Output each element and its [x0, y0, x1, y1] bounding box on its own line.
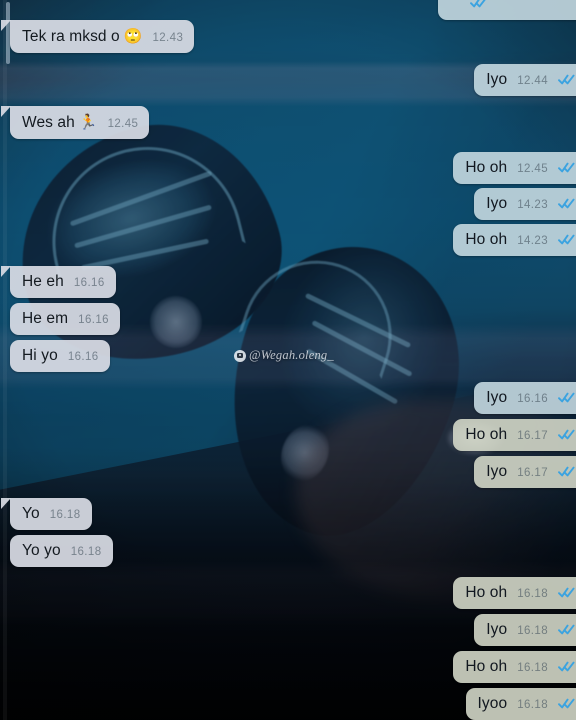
message-row: Iyo 16.16 — [10, 382, 576, 415]
read-receipt-double-check-icon — [558, 74, 575, 85]
message-row: Iyo 12.44 — [10, 64, 576, 97]
message-timestamp: 16.18 — [517, 588, 548, 600]
watermark: @Wegah.oleng_ — [234, 348, 334, 363]
screenshot-root: Tek ra mksd o 🙄 12.43 Iyo 12.44 Wes ah 🏃 12.45 H… — [0, 0, 576, 720]
outgoing-message-bubble[interactable]: Iyo 16.16 — [474, 382, 576, 415]
message-text: Ho oh — [465, 426, 508, 443]
message-row: Iyo 16.18 — [10, 614, 576, 647]
read-receipt-double-check-icon — [558, 198, 575, 209]
message-timestamp: 14.23 — [517, 235, 548, 247]
message-text: He em — [22, 310, 69, 327]
outgoing-message-bubble[interactable]: Ho oh 16.18 — [453, 577, 576, 610]
message-text: Wes ah — [22, 114, 75, 131]
read-receipt-double-check-icon — [558, 234, 575, 245]
watermark-handle: @Wegah.oleng_ — [249, 348, 334, 362]
message-row: Ho oh 16.17 — [10, 419, 576, 452]
message-timestamp: 16.17 — [517, 467, 548, 479]
message-row: Iyo 16.17 — [10, 456, 576, 489]
incoming-message-bubble[interactable]: Yo yo 16.18 — [10, 535, 113, 568]
message-text: Iyo — [486, 195, 508, 212]
read-receipt-double-check-icon — [558, 429, 575, 440]
outgoing-message-bubble[interactable]: Ho oh 14.23 — [453, 224, 576, 257]
message-timestamp: 16.18 — [517, 699, 548, 711]
message-text: Hi yo — [22, 347, 58, 364]
incoming-message-bubble[interactable]: He em 16.16 — [10, 303, 120, 336]
message-text: Iyo — [486, 71, 508, 88]
read-receipt-double-check-icon — [558, 466, 575, 477]
message-text: Ho oh — [465, 584, 508, 601]
message-text: Iyo — [486, 463, 508, 480]
message-row — [10, 0, 576, 20]
incoming-message-bubble[interactable]: Hi yo 16.16 — [10, 340, 110, 373]
message-row: He em 16.16 — [10, 303, 576, 336]
message-row: Ho oh 16.18 — [10, 651, 576, 684]
read-receipt-double-check-icon — [558, 162, 575, 173]
read-receipt-double-check-icon — [558, 624, 575, 635]
outgoing-message-bubble[interactable]: Iyo 16.18 — [474, 614, 576, 647]
read-receipt-double-check-icon — [558, 392, 575, 403]
message-row: Ho oh 16.18 — [10, 577, 576, 610]
message-timestamp: 12.45 — [107, 118, 139, 130]
outgoing-message-bubble[interactable] — [438, 0, 576, 20]
message-text: Ho oh — [465, 159, 508, 176]
message-row: Wes ah 🏃 12.45 — [0, 106, 576, 140]
message-timestamp: 16.18 — [49, 509, 81, 521]
incoming-message-bubble[interactable]: Tek ra mksd o 🙄 12.43 — [0, 20, 195, 54]
read-receipt-double-check-icon — [558, 698, 575, 709]
message-timestamp: 12.45 — [517, 163, 548, 175]
message-timestamp: 16.18 — [70, 546, 102, 558]
incoming-message-bubble[interactable]: He eh 16.16 — [1, 266, 116, 299]
outgoing-message-bubble[interactable]: Iyoo 16.18 — [465, 688, 576, 720]
message-text: Tek ra mksd o — [22, 28, 120, 45]
face-with-rolling-eyes-icon: 🙄 — [123, 28, 143, 45]
message-timestamp: 16.17 — [517, 430, 548, 442]
outgoing-message-bubble[interactable]: Iyo 14.23 — [474, 188, 576, 221]
message-text: Ho oh — [465, 658, 508, 675]
message-row: Tek ra mksd o 🙄 12.43 — [0, 20, 576, 54]
outgoing-message-bubble[interactable]: Ho oh 16.18 — [453, 651, 576, 684]
message-row: Ho oh 12.45 — [10, 152, 576, 185]
outgoing-message-bubble[interactable]: Ho oh 16.17 — [453, 419, 576, 452]
message-text: Iyoo — [477, 695, 508, 712]
message-timestamp: 16.18 — [517, 625, 548, 637]
instagram-camera-icon — [234, 349, 246, 362]
message-timestamp: 16.16 — [517, 393, 548, 405]
read-receipt-double-check-icon — [558, 587, 575, 598]
outgoing-message-bubble[interactable]: Iyo 16.17 — [474, 456, 576, 489]
message-row: Iyo 14.23 — [10, 188, 576, 221]
message-text: Iyo — [486, 389, 508, 406]
message-timestamp: 12.43 — [152, 32, 184, 44]
message-timestamp: 16.16 — [78, 314, 109, 326]
outgoing-message-bubble[interactable]: Ho oh 12.45 — [453, 152, 576, 185]
message-row: Yo 16.18 — [1, 498, 576, 531]
message-timestamp: 16.18 — [517, 662, 548, 674]
message-timestamp: 16.16 — [73, 277, 105, 289]
person-running-icon: 🏃 — [78, 114, 98, 131]
message-text: He eh — [22, 273, 64, 290]
incoming-message-bubble[interactable]: Wes ah 🏃 12.45 — [0, 106, 150, 140]
outgoing-message-bubble[interactable]: Iyo 12.44 — [474, 64, 576, 97]
message-row: He eh 16.16 — [1, 266, 576, 299]
message-row: Yo yo 16.18 — [10, 535, 576, 568]
incoming-message-bubble[interactable]: Yo 16.18 — [1, 498, 92, 531]
message-text: Yo yo — [22, 542, 61, 559]
read-receipt-double-check-icon — [558, 661, 575, 672]
read-receipt-double-check-icon — [470, 0, 487, 8]
message-text: Yo — [22, 505, 40, 522]
message-row: Ho oh 14.23 — [10, 224, 576, 257]
message-timestamp: 16.16 — [67, 351, 99, 363]
message-timestamp: 14.23 — [517, 199, 548, 211]
message-timestamp: 12.44 — [517, 75, 548, 87]
message-row: Iyoo 16.18 — [10, 688, 576, 720]
message-text: Iyo — [486, 621, 508, 638]
message-text: Ho oh — [465, 231, 508, 248]
